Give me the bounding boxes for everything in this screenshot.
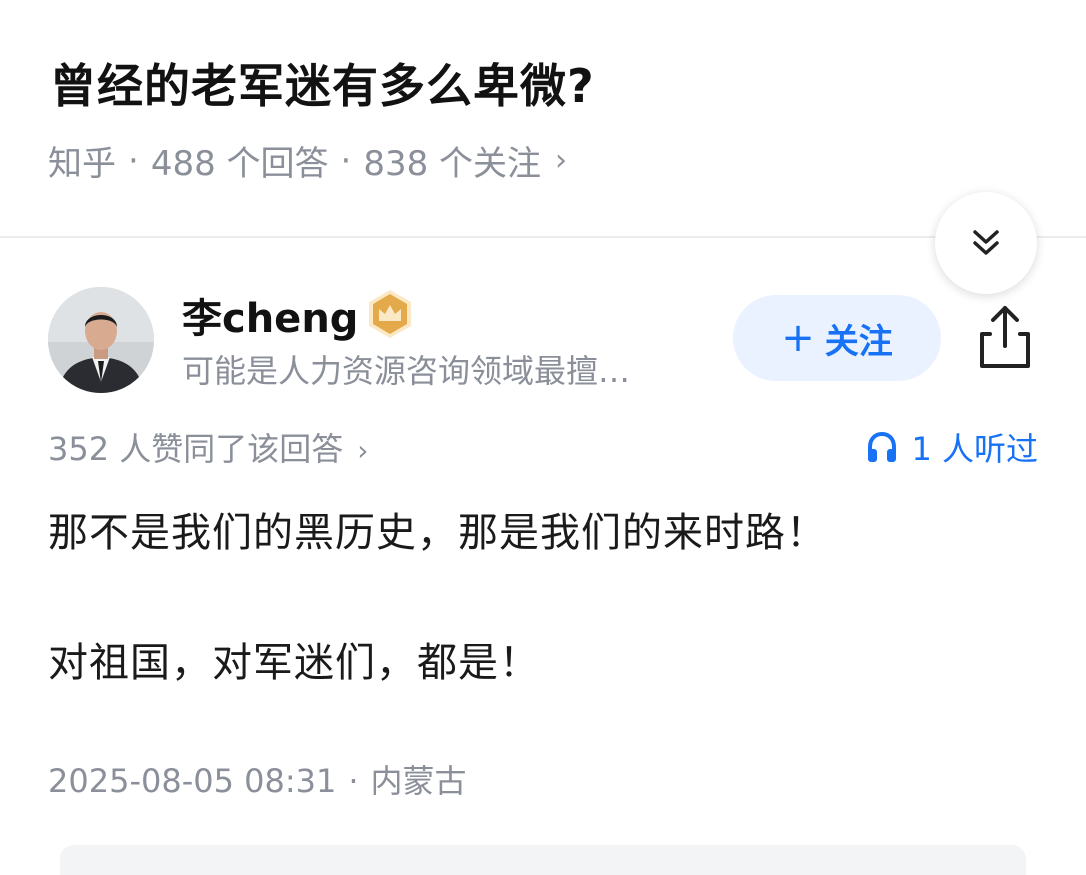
separator-dot: · [340,140,352,181]
separator-dot: · [348,762,359,800]
chevron-right-icon: › [555,143,568,178]
answer-timestamp: 2025-08-05 08:31 [48,762,337,800]
question-meta[interactable]: 知乎 · 488 个回答 · 838 个关注 › [48,136,567,185]
divider [0,236,1086,238]
answers-count: 488 个回答 [150,144,329,184]
follow-label: 关注 [824,321,893,362]
share-icon[interactable] [972,302,1038,372]
followers-count: 838 个关注 [363,144,542,184]
answer-footer: 2025-08-05 08:31 · 内蒙古 [48,756,467,802]
double-chevron-down-icon [973,230,999,255]
question-title[interactable]: 曾经的老军迷有多么卑微? [50,50,595,116]
plus-icon: + [781,315,815,361]
chevron-right-icon: › [357,434,369,467]
upvote-count: 352 人赞同了该回答 [48,430,344,468]
upvote-info[interactable]: 352 人赞同了该回答 › [48,424,368,470]
answer-paragraph: 对祖国，对军迷们，都是！ [48,640,540,686]
next-card-edge [60,845,1026,875]
follow-button[interactable]: + 关注 [733,295,941,381]
author-name[interactable]: 李cheng [182,286,358,344]
crown-icon [369,290,411,338]
separator-dot: · [128,140,139,181]
listen-count: 1 人听过 [911,430,1038,468]
headphones-icon [868,431,897,462]
listen-info[interactable]: 1 人听过 [865,424,1038,470]
answer-paragraph: 那不是我们的黑历史，那是我们的来时路！ [48,510,827,556]
source-label: 知乎 [48,144,116,184]
avatar[interactable] [48,287,154,393]
avatar-image [48,287,154,393]
author-bio: 可能是人力资源咨询领域最擅… [182,352,631,390]
collapse-button[interactable] [935,192,1037,294]
answer-location: 内蒙古 [370,762,467,800]
